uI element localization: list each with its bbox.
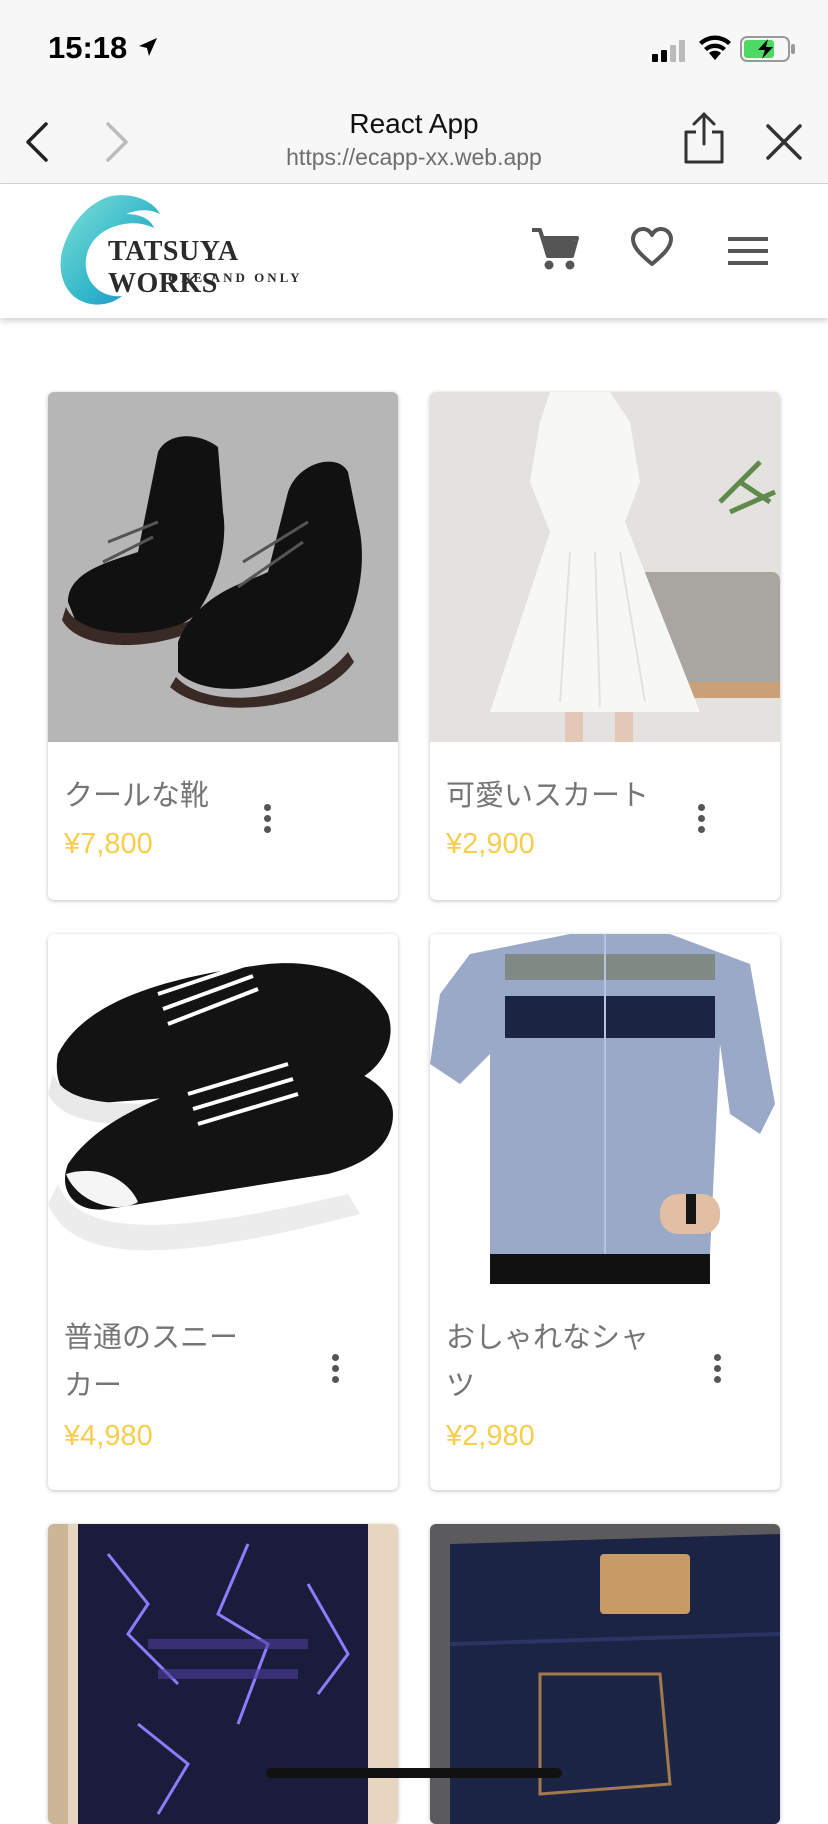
product-image bbox=[48, 934, 398, 1284]
product-image bbox=[430, 1524, 780, 1824]
wifi-icon bbox=[699, 35, 731, 60]
forward-icon[interactable] bbox=[102, 120, 132, 164]
browser-url[interactable]: https://ecapp-xx.web.app bbox=[214, 144, 614, 171]
product-price: ¥4,980 bbox=[64, 1420, 153, 1452]
product-name: クールな靴 bbox=[64, 780, 210, 812]
product-price: ¥7,800 bbox=[64, 828, 153, 860]
product-name-line-1: 普通のスニー bbox=[64, 1322, 239, 1354]
back-icon[interactable] bbox=[22, 120, 52, 164]
heart-icon[interactable] bbox=[630, 226, 674, 268]
product-card[interactable]: 可愛いスカート ¥2,900 bbox=[430, 392, 780, 900]
product-name-line-2: カー bbox=[64, 1370, 123, 1402]
product-card[interactable] bbox=[48, 1524, 398, 1824]
close-icon[interactable] bbox=[762, 120, 806, 164]
product-card[interactable] bbox=[430, 1524, 780, 1824]
more-vert-icon[interactable] bbox=[714, 1350, 721, 1387]
product-image bbox=[430, 934, 780, 1284]
menu-icon[interactable] bbox=[728, 236, 768, 266]
product-name: 可愛いスカート bbox=[446, 780, 650, 812]
product-name-line-1: おしゃれなシャ bbox=[446, 1322, 650, 1354]
battery-icon bbox=[740, 36, 795, 62]
product-card[interactable]: クールな靴 ¥7,800 bbox=[48, 392, 398, 900]
browser-page-title: React App bbox=[349, 108, 479, 139]
share-icon[interactable] bbox=[682, 110, 726, 166]
app-header: TATSUYA WORKS ONE AND ONLY bbox=[0, 184, 828, 318]
home-indicator[interactable] bbox=[266, 1768, 562, 1778]
product-card[interactable]: 普通のスニー カー ¥4,980 bbox=[48, 934, 398, 1490]
cart-icon[interactable] bbox=[530, 226, 580, 272]
product-price: ¥2,900 bbox=[446, 828, 535, 860]
status-bar: 15:18 bbox=[0, 0, 828, 96]
product-image bbox=[48, 1524, 398, 1824]
product-price: ¥2,980 bbox=[446, 1420, 535, 1452]
brand-tagline: ONE AND ONLY bbox=[168, 270, 303, 285]
browser-toolbar: React App https://ecapp-xx.web.app bbox=[0, 96, 828, 184]
more-vert-icon[interactable] bbox=[332, 1350, 339, 1387]
product-card[interactable]: おしゃれなシャ ツ ¥2,980 bbox=[430, 934, 780, 1490]
brand-logo[interactable]: TATSUYA WORKS ONE AND ONLY bbox=[56, 188, 346, 318]
product-image bbox=[48, 392, 398, 742]
brand-name: TATSUYA WORKS bbox=[108, 236, 238, 299]
more-vert-icon[interactable] bbox=[264, 800, 271, 837]
more-vert-icon[interactable] bbox=[698, 800, 705, 837]
product-image bbox=[430, 392, 780, 742]
status-time: 15:18 bbox=[48, 30, 128, 65]
product-name-line-2: ツ bbox=[446, 1370, 476, 1402]
signal-icon bbox=[652, 40, 685, 62]
location-arrow-icon bbox=[139, 38, 157, 56]
